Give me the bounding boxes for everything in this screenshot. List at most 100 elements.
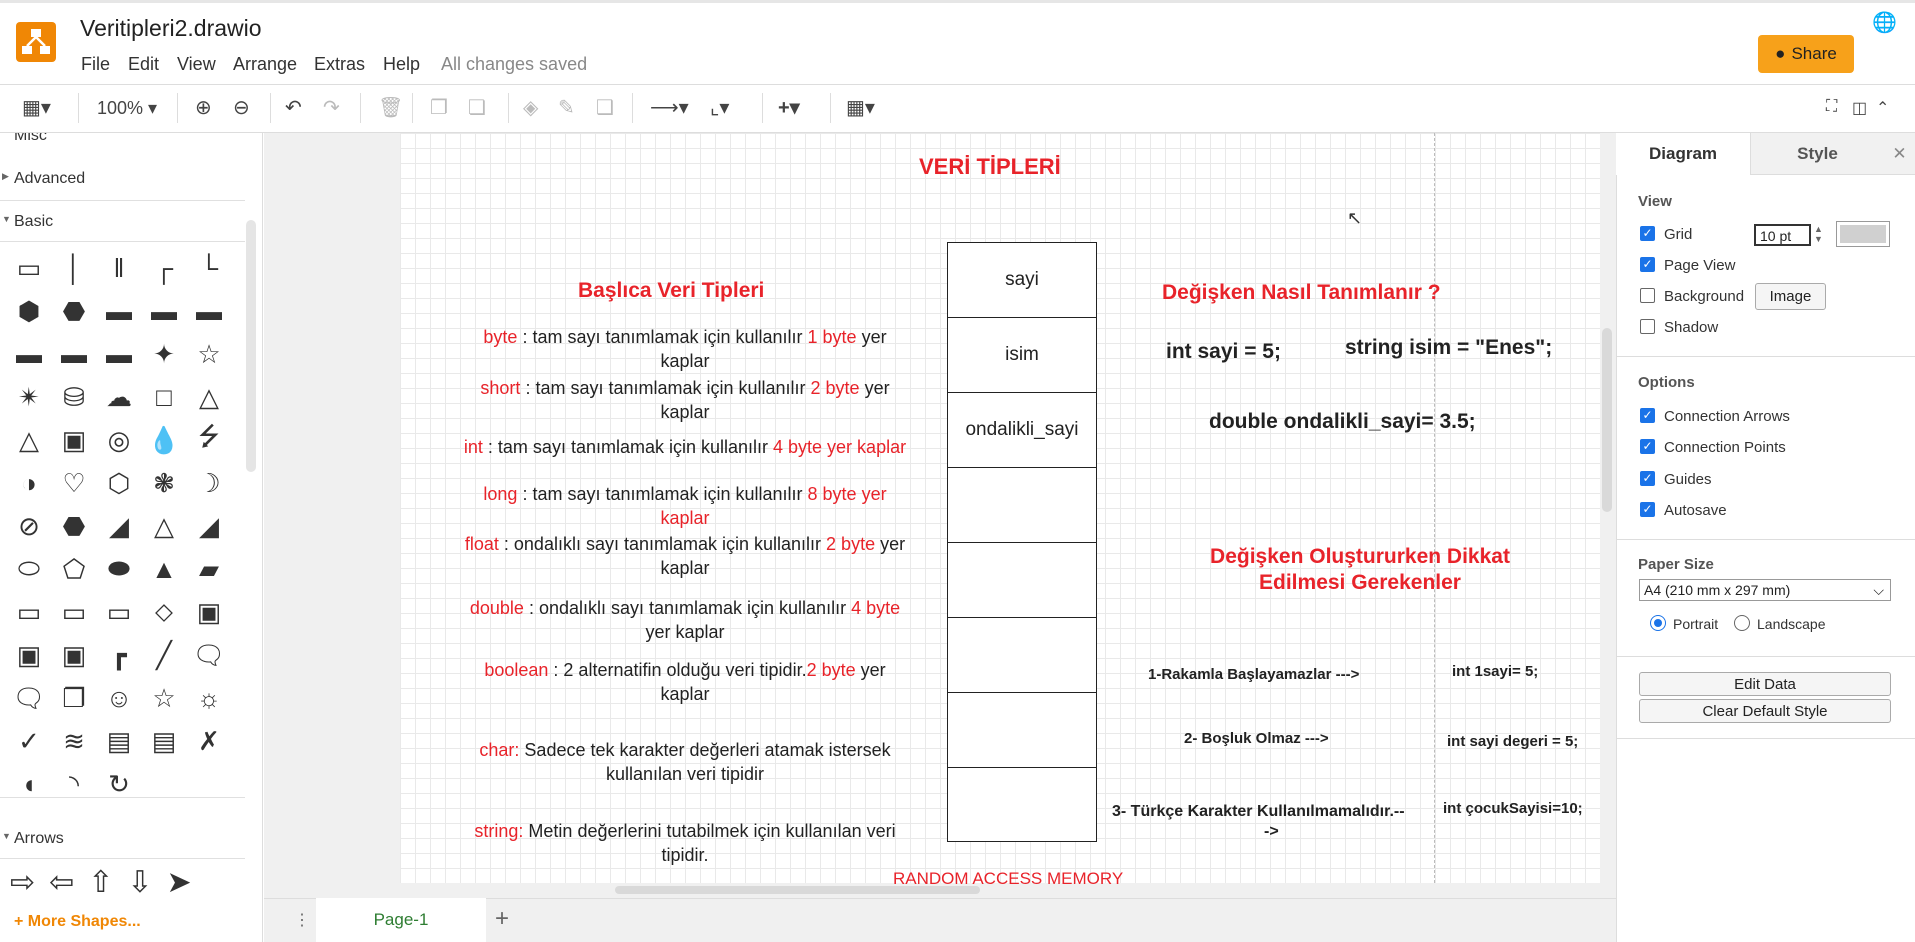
basic-shape-tile[interactable]: ⛁ — [55, 380, 93, 414]
basic-shape-tile[interactable]: ◝ — [55, 767, 93, 801]
image-button[interactable]: Image — [1755, 283, 1826, 310]
type-entry-1[interactable]: short : tam sayı tanımlamak için kullanı… — [420, 376, 950, 424]
paper-size-select[interactable]: A4 (210 mm x 297 mm) ⌵ — [1639, 579, 1891, 601]
basic-shape-tile[interactable]: ☼ — [190, 681, 228, 715]
type-entry-8[interactable]: string: Metin değerlerini tutabilmek içi… — [420, 819, 950, 867]
basic-shape-tile[interactable]: ⭍ — [190, 421, 228, 457]
diagram-title[interactable]: VERİ TİPLERİ — [919, 154, 1061, 180]
tab-style[interactable]: Style — [1750, 133, 1884, 175]
basic-shape-tile[interactable]: ⬦ — [145, 595, 183, 629]
connection-arrow-icon[interactable]: ⟶▾ — [650, 95, 689, 120]
type-entry-3[interactable]: long : tam sayı tanımlamak için kullanıl… — [420, 482, 950, 530]
code-double[interactable]: double ondalikli_sayi= 3.5; — [1209, 410, 1476, 434]
ram-cell[interactable]: sayi — [948, 243, 1096, 318]
basic-shape-tile[interactable]: │ — [55, 251, 93, 285]
basic-shape-tile[interactable]: ◎ — [100, 423, 138, 457]
type-entry-4[interactable]: float : ondalıklı sayı tanımlamak için k… — [420, 532, 950, 580]
ram-cell[interactable] — [948, 543, 1096, 618]
line-color-icon[interactable]: ✎ — [558, 95, 575, 120]
basic-shape-tile[interactable]: ✓ — [10, 724, 48, 758]
basic-shape-tile[interactable]: ⬭ — [10, 552, 48, 586]
zoom-dropdown[interactable]: 100% ▾ — [97, 98, 157, 119]
basic-shape-tile[interactable]: ▬ — [100, 294, 138, 328]
grid-color-button[interactable] — [1836, 221, 1890, 247]
basic-shape-tile[interactable]: ▣ — [55, 638, 93, 672]
sidebar-scrollbar[interactable] — [246, 220, 256, 472]
ram-cell[interactable] — [948, 768, 1096, 843]
basic-shape-tile[interactable]: △ — [190, 380, 228, 414]
to-front-icon[interactable]: ❐ — [430, 95, 448, 120]
connection-points-checkbox[interactable]: ✓ — [1640, 439, 1655, 454]
basic-shape-tile[interactable]: ▭ — [55, 595, 93, 629]
basic-shape-tile[interactable]: ☆ — [145, 681, 183, 715]
basic-shape-tile[interactable]: ✗ — [190, 724, 228, 758]
basic-shape-tile[interactable]: ◑ — [10, 466, 48, 500]
rule-2-example[interactable]: int sayi degeri = 5; — [1447, 733, 1578, 750]
basic-shape-tile[interactable]: 💧 — [145, 423, 183, 457]
zoom-out-icon[interactable]: ⊖ — [233, 95, 250, 120]
tab-page-1[interactable]: Page-1 — [316, 898, 486, 942]
type-entry-5[interactable]: double : ondalıklı sayı tanımlamak için … — [420, 596, 950, 644]
ram-cell[interactable] — [948, 618, 1096, 693]
basic-shape-tile[interactable]: △ — [10, 423, 48, 457]
type-entry-2[interactable]: int : tam sayı tanımlamak için kullanılı… — [420, 435, 950, 459]
basic-shape-tile[interactable]: ▬ — [10, 337, 48, 371]
basic-shape-tile[interactable]: ⬠ — [55, 552, 93, 586]
rule-3-example[interactable]: int çocukSayisi=10; — [1443, 800, 1583, 817]
drawio-logo-icon[interactable] — [16, 22, 56, 62]
section-misc[interactable]: Misc — [14, 133, 47, 145]
basic-shape-tile[interactable]: ≋ — [55, 724, 93, 758]
format-toggle-icon[interactable]: ◫ — [1852, 98, 1867, 118]
language-globe-icon[interactable]: 🌐 — [1872, 10, 1897, 35]
basic-shape-tile[interactable]: ▲ — [145, 552, 183, 586]
basic-shape-tile[interactable]: ◢ — [100, 509, 138, 543]
menu-arrange[interactable]: Arrange — [233, 54, 297, 75]
rule-1-example[interactable]: int 1sayi= 5; — [1452, 663, 1538, 680]
basic-shape-tile[interactable]: ▬ — [145, 294, 183, 328]
basic-shape-tile[interactable]: ⬣ — [55, 509, 93, 543]
basic-shape-tile[interactable]: 🗨 — [190, 638, 228, 672]
basic-shape-tile[interactable]: ✦ — [145, 337, 183, 371]
basic-shape-tile[interactable]: ⬬ — [100, 552, 138, 586]
table-icon[interactable]: ▦▾ — [846, 95, 875, 120]
ram-cell[interactable] — [948, 468, 1096, 543]
menu-extras[interactable]: Extras — [314, 54, 365, 75]
shadow-icon[interactable]: ❑ — [596, 95, 614, 120]
basic-shape-tile[interactable]: ▣ — [10, 638, 48, 672]
code-int[interactable]: int sayi = 5; — [1166, 340, 1281, 364]
more-shapes-link[interactable]: + More Shapes... — [14, 913, 141, 931]
redo-icon[interactable]: ↷ — [323, 95, 340, 120]
autosave-checkbox[interactable]: ✓ — [1640, 502, 1655, 517]
document-title[interactable]: Veritipleri2.drawio — [80, 15, 262, 42]
basic-shape-tile[interactable]: 🗨 — [10, 681, 48, 715]
type-entry-0[interactable]: byte : tam sayı tanımlamak için kullanıl… — [420, 325, 950, 373]
rule-3-continuation[interactable]: -> — [1264, 823, 1279, 841]
delete-icon[interactable]: 🗑 — [378, 95, 403, 120]
basic-shape-tile[interactable]: ❐ — [55, 681, 93, 715]
rules-heading-2[interactable]: Edilmesi Gerekenler — [1160, 571, 1560, 595]
right-heading[interactable]: Değişken Nasıl Tanımlanır ? — [1162, 281, 1441, 305]
basic-shape-tile[interactable]: □ — [145, 380, 183, 414]
arrow-shapes-row[interactable]: ⇨⇦⇧⇩➤ — [10, 865, 240, 905]
basic-shape-tile[interactable]: ▣ — [190, 595, 228, 629]
rule-1[interactable]: 1-Rakamla Başlayamazlar ---> — [1148, 666, 1359, 683]
menu-help[interactable]: Help — [383, 54, 420, 75]
page-menu-icon[interactable]: ⋮ — [294, 910, 310, 930]
basic-shape-tile[interactable]: ✴ — [10, 380, 48, 414]
page-view-checkbox[interactable]: ✓ — [1640, 257, 1655, 272]
basic-shape-tile[interactable]: △ — [145, 509, 183, 543]
ram-table[interactable]: sayi isim ondalikli_sayi — [947, 242, 1097, 842]
basic-shape-tile[interactable]: ⊘ — [10, 509, 48, 543]
vertical-scrollbar[interactable] — [1602, 328, 1612, 512]
edit-data-button[interactable]: Edit Data — [1639, 672, 1891, 696]
menu-view[interactable]: View — [177, 54, 216, 75]
to-back-icon[interactable]: ❏ — [468, 95, 486, 120]
basic-shape-tile[interactable]: ◢ — [190, 509, 228, 543]
basic-shape-tile[interactable]: ▬ — [55, 337, 93, 371]
section-arrows[interactable]: Arrows — [14, 830, 64, 848]
type-entry-7[interactable]: char: Sadece tek karakter değerleri atam… — [420, 738, 950, 786]
format-panel-toggle-icon[interactable]: ▦▾ — [22, 95, 51, 120]
waypoint-style-icon[interactable]: ⌞▾ — [710, 95, 729, 120]
basic-shape-tile[interactable]: ▤ — [145, 724, 183, 758]
ram-cell[interactable]: ondalikli_sayi — [948, 393, 1096, 468]
